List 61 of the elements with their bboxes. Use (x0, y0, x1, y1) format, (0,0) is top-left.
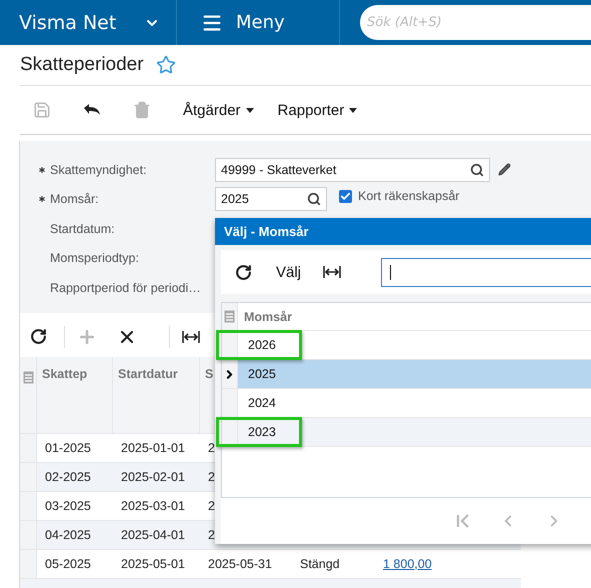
table-cell-text: 03-2025 (44, 498, 92, 514)
select-button[interactable]: Välj (276, 264, 302, 280)
caret-icon (246, 108, 254, 112)
table-row[interactable]: 05-2025 2025-05-01 2025-05-31 Stängd 1 800,00 (20, 550, 521, 578)
lookup-field[interactable]: 49999 - Skatteverket (215, 158, 490, 182)
search-field[interactable]: Sök (Alt+S) (360, 5, 591, 40)
column-header[interactable]: Startdatur (113, 356, 200, 432)
table-cell-text: 2025-03-01 (120, 498, 186, 514)
column-chooser-icon[interactable] (224, 310, 235, 323)
caret-icon (349, 108, 358, 112)
checkbox-label: Kort räkenskapsår (358, 189, 460, 204)
app-brand[interactable]: Visma Net (0, 0, 177, 45)
refresh-icon (30, 328, 47, 345)
menu-dropdown[interactable]: Rapporter (278, 102, 358, 118)
search-icon (470, 162, 484, 177)
field-label: Startdatum: (50, 222, 116, 236)
fit-columns-icon[interactable] (323, 265, 342, 279)
checkbox[interactable] (339, 190, 352, 203)
refresh-icon[interactable] (235, 264, 252, 280)
first-page-icon[interactable] (455, 513, 471, 529)
column-header[interactable]: Skattep (37, 356, 113, 432)
year-text: 2024 (248, 396, 276, 410)
page-title: Skatteperioder (20, 54, 144, 76)
table-cell-text: 02-2025 (44, 468, 92, 486)
amount-link[interactable]: 1 800,00 (383, 556, 432, 570)
table-cell-text: 2 (207, 468, 216, 486)
menu-button[interactable]: Meny (177, 0, 340, 45)
row-selector[interactable] (222, 360, 238, 388)
table-cell-text: 2025-05-31 (207, 556, 273, 572)
menu-dropdown[interactable]: Åtgärder (183, 102, 254, 118)
dialog-title: Välj - Momsår (215, 218, 591, 245)
column-header[interactable]: Momsår (238, 303, 292, 330)
field-label: Momsperiodtyp: (50, 251, 140, 266)
table-cell-text: Stängd (299, 556, 341, 573)
field-label: Rapportperiod för periodi… (50, 280, 202, 295)
table-cell-text: 2025-02-01 (120, 468, 186, 486)
table-cell-text: 2 (207, 498, 216, 514)
table-cell-text: 2025-04-01 (120, 526, 186, 544)
undo-arrow-icon (83, 103, 101, 117)
year-text: 2026 (248, 338, 276, 352)
trash-icon (133, 101, 151, 119)
table-cell-text: 2 (207, 526, 216, 544)
search-field[interactable] (381, 258, 591, 286)
year-text: 2023 (248, 425, 276, 439)
field-label: Skattemyndighet: (50, 162, 148, 177)
table-cell-text: 01-2025 (44, 440, 92, 456)
table-cell-text: 2025-05-01 (120, 556, 186, 572)
field-label: Momsår: (50, 192, 100, 206)
table-cell-text: 05-2025 (44, 556, 92, 572)
fit-columns-icon (182, 330, 200, 344)
lookup-field[interactable]: 2025 (215, 187, 327, 212)
year-row[interactable]: 2024 (222, 389, 591, 418)
year-row[interactable]: 2025 (222, 360, 591, 389)
table-cell-text: 2025-01-01 (120, 440, 186, 456)
favorite-star-icon[interactable] (156, 55, 176, 75)
search-icon (307, 192, 321, 206)
year-text: 2025 (248, 367, 276, 381)
table-cell-text: 04-2025 (44, 526, 92, 544)
pencil-icon[interactable] (498, 163, 511, 176)
column-chooser-icon[interactable] (22, 370, 34, 384)
table-cell-text: 2 (207, 440, 216, 456)
